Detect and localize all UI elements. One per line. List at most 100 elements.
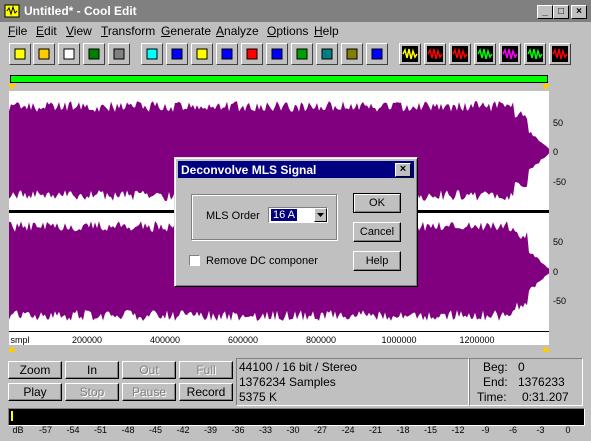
envelope-button[interactable] [241, 43, 263, 65]
mls-order-select[interactable]: 16 A [268, 207, 328, 223]
new-file-icon [12, 46, 28, 62]
ear-button[interactable] [141, 43, 163, 65]
menu-label: dit [44, 24, 57, 38]
menu-generate[interactable]: Generate [161, 24, 211, 38]
wave-edit-button[interactable] [499, 43, 521, 65]
help-button[interactable]: Help [353, 251, 401, 271]
bug-button[interactable] [291, 43, 313, 65]
pause-button[interactable]: Pause [122, 383, 176, 401]
toolbar [0, 41, 591, 71]
minimize-button[interactable]: _ [537, 5, 553, 19]
zoom-button[interactable]: Zoom [8, 361, 62, 379]
window-title: Untitled* - Cool Edit [24, 4, 137, 18]
spectrum-button[interactable] [366, 43, 388, 65]
save-selection-button[interactable] [83, 43, 105, 65]
start-marker-top[interactable] [8, 84, 16, 90]
meter-tick-label: -57 [38, 425, 53, 435]
save-disk-button[interactable] [58, 43, 80, 65]
remove-dc-checkbox[interactable] [189, 255, 200, 266]
dialog-close-button[interactable]: × [395, 163, 411, 177]
menu-label: ptions [276, 24, 309, 38]
noise-gun-button[interactable] [216, 43, 238, 65]
spectrum-icon [369, 46, 385, 62]
menu-mnemonic: E [36, 24, 45, 38]
meter-tick-label: -39 [203, 425, 218, 435]
stretch-button[interactable] [266, 43, 288, 65]
menu-options[interactable]: Options [267, 24, 308, 38]
mix-down-button[interactable] [524, 43, 546, 65]
open-folder-icon [36, 46, 52, 62]
selection-info-panel: Beg: 0 End: 1376233 Time: 0:31.207 [469, 358, 583, 406]
menu-label: nalyze [224, 24, 259, 38]
echo-icon [319, 46, 335, 62]
end-marker-top[interactable] [542, 84, 550, 90]
dialog-title-bar[interactable]: Deconvolve MLS Signal × [178, 161, 414, 178]
waveform-red-icon [427, 46, 443, 62]
mix-split-icon [552, 46, 568, 62]
ear-icon [144, 46, 160, 62]
end-marker-bottom[interactable] [542, 346, 550, 352]
amplify-button[interactable] [191, 43, 213, 65]
x-label: 400000 [149, 335, 181, 345]
reverb-button[interactable] [341, 43, 363, 65]
wave-tone-button[interactable] [474, 43, 496, 65]
ok-button[interactable]: OK [353, 193, 401, 213]
deconvolve-dialog: Deconvolve MLS Signal × MLS Order 16 A R… [174, 157, 418, 287]
overview-bar[interactable] [10, 75, 548, 83]
close-button[interactable]: × [571, 5, 587, 19]
menu-label: elp [322, 24, 339, 38]
mix-split-button[interactable] [549, 43, 571, 65]
maximize-button[interactable]: □ [553, 5, 569, 19]
pitch-button[interactable] [166, 43, 188, 65]
out-button[interactable]: Out [122, 361, 176, 379]
meter-tick-label: -21 [368, 425, 383, 435]
mls-order-label: MLS Order [206, 210, 260, 222]
time-value[interactable]: 0:31.207 [522, 389, 569, 407]
meter-tick-label: -48 [121, 425, 135, 435]
menu-edit[interactable]: Edit [36, 24, 57, 38]
menu-help[interactable]: Help [314, 24, 339, 38]
x-label: 200000 [71, 335, 103, 345]
meter-tick-label: -12 [451, 425, 465, 435]
delete-wave-button[interactable] [449, 43, 471, 65]
mls-order-value: 16 A [271, 209, 298, 221]
time-ruler[interactable]: smpl 200000 400000 600000 800000 1000000… [9, 331, 549, 345]
meter-tick-label: -6 [508, 425, 518, 435]
mix-down-icon [527, 46, 543, 62]
record-button[interactable]: Record [179, 383, 233, 401]
dialog-title: Deconvolve MLS Signal [181, 163, 317, 177]
in-button[interactable]: In [65, 361, 119, 379]
menu-file[interactable]: File [8, 24, 27, 38]
time-label: Time: [477, 390, 507, 404]
y-label: 50 [553, 237, 564, 247]
meter-tick-label: -36 [231, 425, 245, 435]
menu-view[interactable]: View [66, 24, 92, 38]
meter-tick-label: -24 [341, 425, 355, 435]
dropdown-arrow-icon[interactable] [314, 208, 327, 222]
amplitude-axis: 50 0 -50 50 0 -50 [549, 91, 591, 331]
save-selection-icon [86, 46, 102, 62]
menu-mnemonic: T [101, 24, 108, 38]
echo-button[interactable] [316, 43, 338, 65]
open-folder-button[interactable] [33, 43, 55, 65]
app-icon[interactable] [4, 3, 20, 19]
menu-transform[interactable]: Transform [101, 24, 155, 38]
mls-order-group: MLS Order 16 A [191, 194, 337, 240]
start-marker-bottom[interactable] [8, 346, 16, 352]
meter-tick-label: -42 [176, 425, 190, 435]
headphones-button[interactable] [108, 43, 130, 65]
save-disk-icon [61, 46, 77, 62]
y-label: 0 [553, 147, 559, 157]
cancel-button[interactable]: Cancel [353, 222, 401, 242]
menu-analyze[interactable]: Analyze [216, 24, 259, 38]
play-button[interactable]: Play [8, 383, 62, 401]
meter-tick-label: -9 [481, 425, 490, 435]
y-label: 0 [553, 267, 559, 277]
new-file-button[interactable] [9, 43, 31, 65]
waveform-red-button[interactable] [424, 43, 446, 65]
format-info-panel: 44100 / 16 bit / Stereo 1376234 Samples … [236, 358, 469, 406]
menu-label: ransform [107, 24, 156, 38]
full-button[interactable]: Full [179, 361, 233, 379]
edit-pencil-button[interactable] [399, 43, 421, 65]
stop-button[interactable]: Stop [65, 383, 119, 401]
